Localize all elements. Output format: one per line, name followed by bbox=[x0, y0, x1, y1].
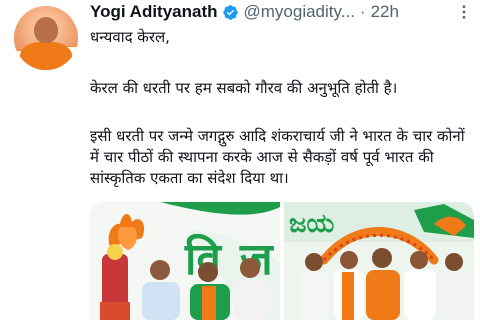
svg-text:ज: ज bbox=[239, 234, 274, 285]
avatar[interactable] bbox=[14, 6, 78, 70]
media-grid: वि ज ಜಯ bbox=[90, 202, 474, 320]
tweet-timestamp[interactable]: 22h bbox=[371, 2, 399, 22]
tweet-text-line-1: धन्यवाद केरल, bbox=[90, 28, 170, 46]
tweet-photo-2[interactable]: ಜಯ bbox=[284, 202, 474, 320]
author-handle[interactable]: @myogiadity... bbox=[244, 2, 355, 22]
tweet-header: Yogi Adityanath @myogiadity... · 22h bbox=[90, 0, 399, 24]
more-options-icon[interactable] bbox=[455, 3, 473, 21]
separator-dot: · bbox=[359, 2, 366, 21]
svg-text:ಜಯ: ಜಯ bbox=[289, 209, 334, 239]
tweet-card[interactable]: Yogi Adityanath @myogiadity... · 22h धन्… bbox=[0, 0, 480, 320]
tweet-text-line-2: केरल की धरती पर हम सबको गौरव की अनुभूति … bbox=[90, 79, 398, 97]
author-name[interactable]: Yogi Adityanath bbox=[90, 2, 218, 22]
verified-badge-icon bbox=[222, 4, 238, 20]
tweet-text-line-3: इसी धरती पर जन्मे जगद्गुरु आदि शंकराचार्… bbox=[90, 127, 465, 187]
tweet-photo-1[interactable]: वि ज bbox=[90, 202, 280, 320]
